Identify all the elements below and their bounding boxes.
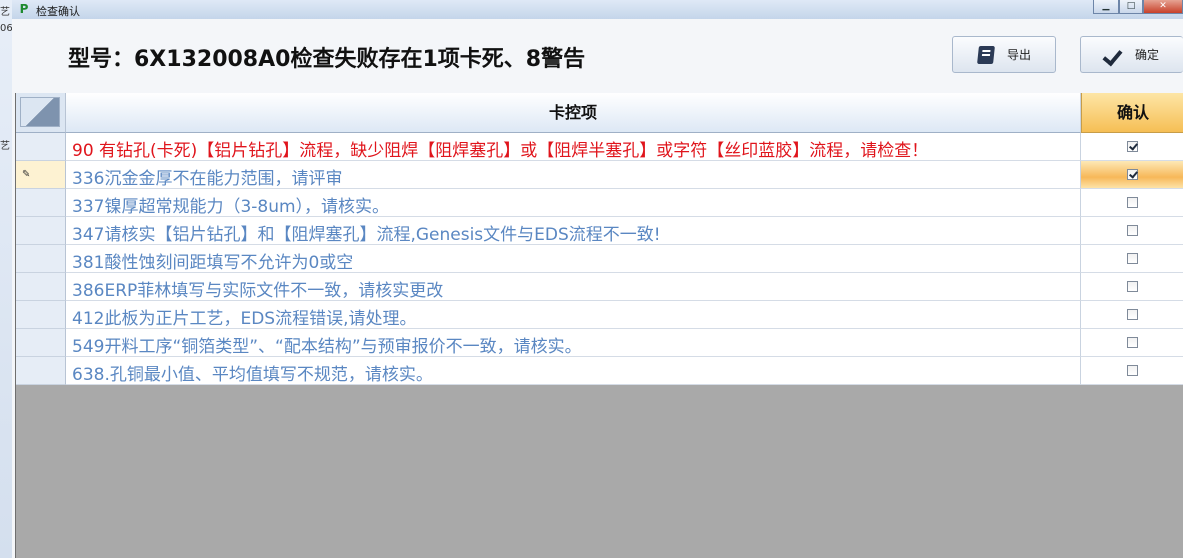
table-row[interactable]: 381酸性蚀刻间距填写不允许为0或空 [16, 245, 1183, 273]
confirm-checkbox[interactable] [1127, 365, 1138, 376]
confirm-checkbox[interactable] [1127, 337, 1138, 348]
row-header[interactable] [16, 217, 66, 245]
grid-header-row: 卡控项 确认 [16, 93, 1183, 133]
item-cell[interactable]: 638.孔铜最小值、平均值填写不规范，请核实。 [66, 357, 1081, 385]
check-items-grid[interactable]: 卡控项 确认 90 有钻孔(卡死)【铝片钻孔】流程，缺少阻焊【阻焊塞孔】或【阻焊… [15, 93, 1183, 558]
confirm-button[interactable]: 确定 [1080, 36, 1183, 73]
item-text: 347请核实【铝片钻孔】和【阻焊塞孔】流程,Genesis文件与EDS流程不一致… [72, 225, 661, 245]
item-cell[interactable]: 412此板为正片工艺，EDS流程错误,请处理。 [66, 301, 1081, 329]
background-text: 06 [0, 23, 13, 34]
table-row[interactable]: ✎ 336沉金金厚不在能力范围，请评审 [16, 161, 1183, 189]
confirm-cell [1081, 189, 1183, 217]
window-title: 检查确认 [36, 5, 80, 18]
table-row[interactable]: 347请核实【铝片钻孔】和【阻焊塞孔】流程,Genesis文件与EDS流程不一致… [16, 217, 1183, 245]
confirm-checkbox[interactable] [1127, 225, 1138, 236]
confirm-cell [1081, 217, 1183, 245]
confirm-cell [1081, 161, 1183, 189]
book-icon [975, 43, 999, 67]
pencil-icon: ✎ [22, 169, 31, 180]
confirm-cell [1081, 133, 1183, 161]
confirm-checkbox[interactable] [1127, 169, 1138, 180]
item-cell[interactable]: 347请核实【铝片钻孔】和【阻焊塞孔】流程,Genesis文件与EDS流程不一致… [66, 217, 1081, 245]
item-cell[interactable]: 381酸性蚀刻间距填写不允许为0或空 [66, 245, 1081, 273]
table-row[interactable]: 549开料工序“铜箔类型”、“配本结构”与预审报价不一致，请核实。 [16, 329, 1183, 357]
table-row[interactable]: 386ERP菲林填写与实际文件不一致，请核实更改 [16, 273, 1183, 301]
confirm-cell [1081, 245, 1183, 273]
confirm-cell [1081, 273, 1183, 301]
export-button-label: 导出 [1007, 48, 1032, 62]
table-row[interactable]: 412此板为正片工艺，EDS流程错误,请处理。 [16, 301, 1183, 329]
confirm-checkbox[interactable] [1127, 141, 1138, 152]
confirm-checkbox[interactable] [1127, 253, 1138, 264]
item-text: 412此板为正片工艺，EDS流程错误,请处理。 [72, 309, 417, 329]
item-cell[interactable]: 336沉金金厚不在能力范围，请评审 [66, 161, 1081, 189]
column-header-confirm[interactable]: 确认 [1081, 93, 1183, 133]
app-logo-icon: P [19, 2, 29, 16]
item-cell[interactable]: 549开料工序“铜箔类型”、“配本结构”与预审报价不一致，请核实。 [66, 329, 1081, 357]
item-text: 337镍厚超常规能力（3-8um），请核实。 [72, 197, 390, 217]
row-header[interactable] [16, 357, 66, 385]
dialog-header: 型号：6X132008A0检查失败存在1项卡死、8警告 导出 确定 [12, 19, 1183, 92]
confirm-cell [1081, 301, 1183, 329]
grid-table: 卡控项 确认 90 有钻孔(卡死)【铝片钻孔】流程，缺少阻焊【阻焊塞孔】或【阻焊… [16, 93, 1183, 385]
item-text: 381酸性蚀刻间距填写不允许为0或空 [72, 253, 354, 273]
background-text: 艺 [0, 141, 10, 152]
row-header[interactable]: ✎ [16, 161, 66, 189]
table-row[interactable]: 90 有钻孔(卡死)【铝片钻孔】流程，缺少阻焊【阻焊塞孔】或【阻焊半塞孔】或字符… [16, 133, 1183, 161]
item-text: 336沉金金厚不在能力范围，请评审 [72, 169, 343, 189]
item-text: 549开料工序“铜箔类型”、“配本结构”与预审报价不一致，请核实。 [72, 337, 582, 357]
confirm-cell [1081, 329, 1183, 357]
row-header[interactable] [16, 329, 66, 357]
item-cell[interactable]: 90 有钻孔(卡死)【铝片钻孔】流程，缺少阻焊【阻焊塞孔】或【阻焊半塞孔】或字符… [66, 133, 1081, 161]
minimize-button[interactable]: ▁ [1093, 0, 1119, 14]
row-header[interactable] [16, 133, 66, 161]
row-header[interactable] [16, 301, 66, 329]
background-text: 艺 [0, 7, 10, 18]
row-header[interactable] [16, 245, 66, 273]
confirm-checkbox[interactable] [1127, 309, 1138, 320]
check-confirm-dialog: P 检查确认 ▁ □ ✕ 型号：6X132008A0检查失败存在1项卡死、8警告… [12, 0, 1183, 558]
item-cell[interactable]: 337镍厚超常规能力（3-8um），请核实。 [66, 189, 1081, 217]
row-header[interactable] [16, 273, 66, 301]
confirm-checkbox[interactable] [1127, 197, 1138, 208]
checkmark-icon [1102, 43, 1127, 67]
maximize-button[interactable]: □ [1119, 0, 1143, 14]
title-bar[interactable]: P 检查确认 ▁ □ ✕ [12, 0, 1183, 20]
item-text: 90 有钻孔(卡死)【铝片钻孔】流程，缺少阻焊【阻焊塞孔】或【阻焊半塞孔】或字符… [72, 141, 929, 161]
export-button[interactable]: 导出 [952, 36, 1056, 73]
item-text: 386ERP菲林填写与实际文件不一致，请核实更改 [72, 281, 444, 301]
column-header-item[interactable]: 卡控项 [66, 93, 1081, 133]
page-title: 型号：6X132008A0检查失败存在1项卡死、8警告 [68, 47, 586, 72]
close-button[interactable]: ✕ [1143, 0, 1183, 14]
select-all-corner[interactable] [16, 93, 66, 133]
confirm-checkbox[interactable] [1127, 281, 1138, 292]
table-row[interactable]: 337镍厚超常规能力（3-8um），请核实。 [16, 189, 1183, 217]
confirm-cell [1081, 357, 1183, 385]
row-header[interactable] [16, 189, 66, 217]
item-cell[interactable]: 386ERP菲林填写与实际文件不一致，请核实更改 [66, 273, 1081, 301]
item-text: 638.孔铜最小值、平均值填写不规范，请核实。 [72, 365, 433, 385]
confirm-button-label: 确定 [1135, 48, 1160, 62]
table-row[interactable]: 638.孔铜最小值、平均值填写不规范，请核实。 [16, 357, 1183, 385]
